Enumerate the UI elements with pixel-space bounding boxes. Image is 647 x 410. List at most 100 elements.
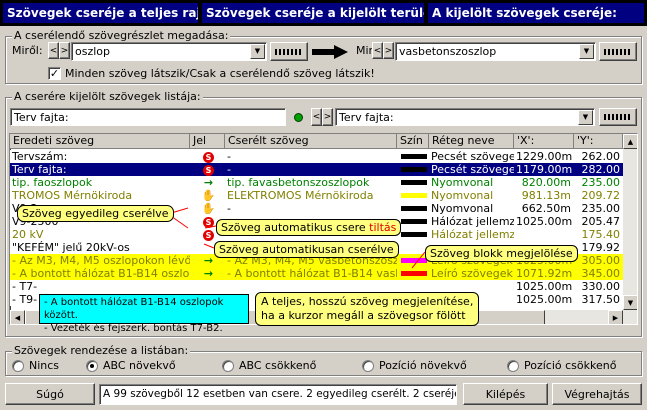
from-value: oszlop [75, 45, 111, 58]
cell-y: 305.00 [581, 254, 621, 267]
sort-option[interactable]: ABC csökkenő [222, 359, 316, 372]
scroll-right-icon[interactable]: ▶ [608, 310, 623, 324]
sort-option-label: Pozíció csökkenő [524, 359, 617, 372]
radio-button[interactable] [222, 359, 234, 372]
scroll-up-icon[interactable]: ▲ [623, 134, 637, 149]
tab-selected-area[interactable]: Szövegek cseréje a kijelölt területen: [202, 3, 424, 23]
cell-orig: Terv fajta: [12, 163, 67, 176]
tip-auto-text: Szöveg automatikusan cserélve [219, 243, 394, 256]
chevron-down-icon[interactable]: ▼ [578, 110, 593, 125]
from-label: Miről: [12, 44, 43, 57]
cell-layer: Hálózat jellemzők [431, 228, 514, 241]
cell-y: 175.40 [581, 228, 621, 241]
stop-icon-glyph: S [203, 165, 214, 176]
col-header-x[interactable]: 'X': [514, 134, 574, 149]
execute-button[interactable]: Végrehajtás [552, 383, 642, 405]
cell-orig: Tervszám: [12, 150, 68, 163]
show-all-label: Minden szöveg látszik/Csak a cserélendő … [65, 67, 375, 80]
col-header-new[interactable]: Cserélt szöveg [225, 134, 397, 149]
chevron-down-icon[interactable]: ▼ [579, 44, 594, 59]
chevron-down-icon[interactable]: ▼ [250, 44, 265, 59]
scroll-down-icon[interactable]: ▼ [623, 295, 637, 310]
cell-layer: Nyomvonal [431, 189, 494, 202]
status-field: A 99 szövegből 12 esetben van csere. 2 e… [99, 384, 457, 405]
cell-x: 820.00m [521, 176, 571, 189]
cell-y: 330.00 [581, 280, 621, 293]
radio-button[interactable] [507, 359, 519, 372]
col-header-y[interactable]: 'Y': [574, 134, 623, 149]
sort-option[interactable]: Pozíció csökkenő [507, 359, 616, 372]
table-row[interactable]: tip. faoszlopok → tip. favasbetonszoszlopo… [10, 176, 623, 189]
next-button-3[interactable]: > [322, 108, 333, 126]
tip-auto-replaced: Szöveg automatikusan cserélve [214, 241, 399, 258]
keyboard-button-2[interactable] [599, 42, 637, 61]
tip-block-text: Szöveg blokk megjelölése [430, 247, 573, 260]
color-swatch [397, 228, 429, 241]
cell-y: 205.47 [581, 215, 621, 228]
next-button[interactable]: > [59, 42, 70, 59]
from-input[interactable]: oszlop ▼ [71, 42, 267, 61]
popup-line1: - A bontott hálózat B1-B14 oszlopok közö… [44, 297, 224, 321]
col-header-layer[interactable]: Réteg neve [429, 134, 514, 149]
color-swatch-bar [401, 206, 427, 211]
keyboard-button[interactable] [270, 42, 308, 61]
tab-header: Szövegek cseréje a teljes rajzon: Szöveg… [0, 0, 647, 26]
col-header-color[interactable]: Szín [397, 134, 429, 149]
hand-icon: ✋ [201, 202, 216, 215]
tip-auto-ban: Szöveg automatikus csere tiltás [216, 219, 402, 236]
filter-left-field[interactable]: Terv fajta: [10, 108, 286, 126]
sort-option[interactable]: Nincs [12, 359, 59, 372]
help-button[interactable]: Súgó [5, 383, 95, 405]
sort-option[interactable]: ABC növekvő [86, 359, 176, 372]
table-row[interactable]: Tervszám: S - Pecsét szövegek 1229.00m 262.00 [10, 150, 623, 163]
show-all-checkbox[interactable]: ✓ [48, 67, 61, 80]
hand-icon: ✋ [201, 189, 216, 202]
radio-button[interactable] [12, 359, 24, 372]
cell-layer: Leíró szövegek [431, 267, 513, 280]
cell-layer: Nyomvonal [431, 202, 494, 215]
cell-x: 981.13m [521, 189, 571, 202]
table-row[interactable]: - A bontott hálózat B1-B14 oszlop... → - A… [10, 267, 623, 280]
green-dot-icon[interactable] [294, 113, 303, 122]
cell-y: 317.50 [581, 293, 621, 306]
stop-icon-glyph: S [203, 217, 214, 228]
prev-button[interactable]: < [48, 42, 59, 59]
tip-long-text: A teljes, hosszú szöveg megjelenítése, h… [255, 292, 480, 326]
prev-button-2[interactable]: < [372, 42, 383, 59]
cell-y: 235.00 [581, 202, 621, 215]
popup-line2: - Vezeték és fejszerk. bontás T7-B2. [44, 323, 223, 334]
tab-selected-texts[interactable]: A kijelölt szövegek cseréje: [428, 3, 644, 23]
cell-x [514, 228, 574, 241]
cell-orig: - Az M3, M4, M5 oszlopokon lévő l... [12, 254, 190, 267]
table-row[interactable]: Terv fajta: S - Pecsét szövegek 1179.00m 282.… [10, 163, 623, 176]
color-swatch [397, 176, 429, 189]
keyboard-button-3[interactable] [599, 108, 637, 126]
filter-right-input[interactable]: Terv fajta: ▼ [335, 108, 595, 126]
cell-orig: TROMOS Mérnökiroda [12, 189, 133, 202]
to-input[interactable]: vasbetonszoszlop ▼ [395, 42, 596, 61]
color-swatch-bar [401, 258, 427, 263]
prev-button-3[interactable]: < [311, 108, 322, 126]
next-button-2[interactable]: > [383, 42, 394, 59]
tip-auto-ban-text: Szöveg automatikus csere [221, 221, 370, 234]
list-group-label: A cserére kijelölt szövegek listája: [12, 90, 203, 103]
keyboard-icon [275, 48, 303, 55]
scroll-left-icon[interactable]: ◀ [10, 310, 25, 324]
col-header-orig[interactable]: Eredeti szöveg [10, 134, 190, 149]
tab-whole-drawing[interactable]: Szövegek cseréje a teljes rajzon: [3, 3, 198, 23]
col-header-sym[interactable]: Jel [190, 134, 225, 149]
cell-new: ELEKTROMOS Mérnökiroda [227, 189, 374, 202]
table-row[interactable]: TROMOS Mérnökiroda ✋ ELEKTROMOS Mérnökirod… [10, 189, 623, 202]
color-swatch-bar [401, 232, 427, 237]
vertical-scrollbar[interactable]: ▲ ▼ [623, 134, 637, 310]
sort-option[interactable]: Pozíció növekvő [362, 359, 467, 372]
radio-button[interactable] [86, 359, 98, 372]
radio-button[interactable] [362, 359, 374, 372]
cell-new: - [227, 150, 231, 163]
color-swatch-bar [401, 180, 427, 185]
keyboard-icon [604, 114, 632, 120]
exit-button[interactable]: Kilépés [463, 383, 548, 405]
sym-cell [190, 280, 225, 293]
cell-y: 235.00 [581, 176, 621, 189]
color-swatch-bar [401, 167, 427, 172]
